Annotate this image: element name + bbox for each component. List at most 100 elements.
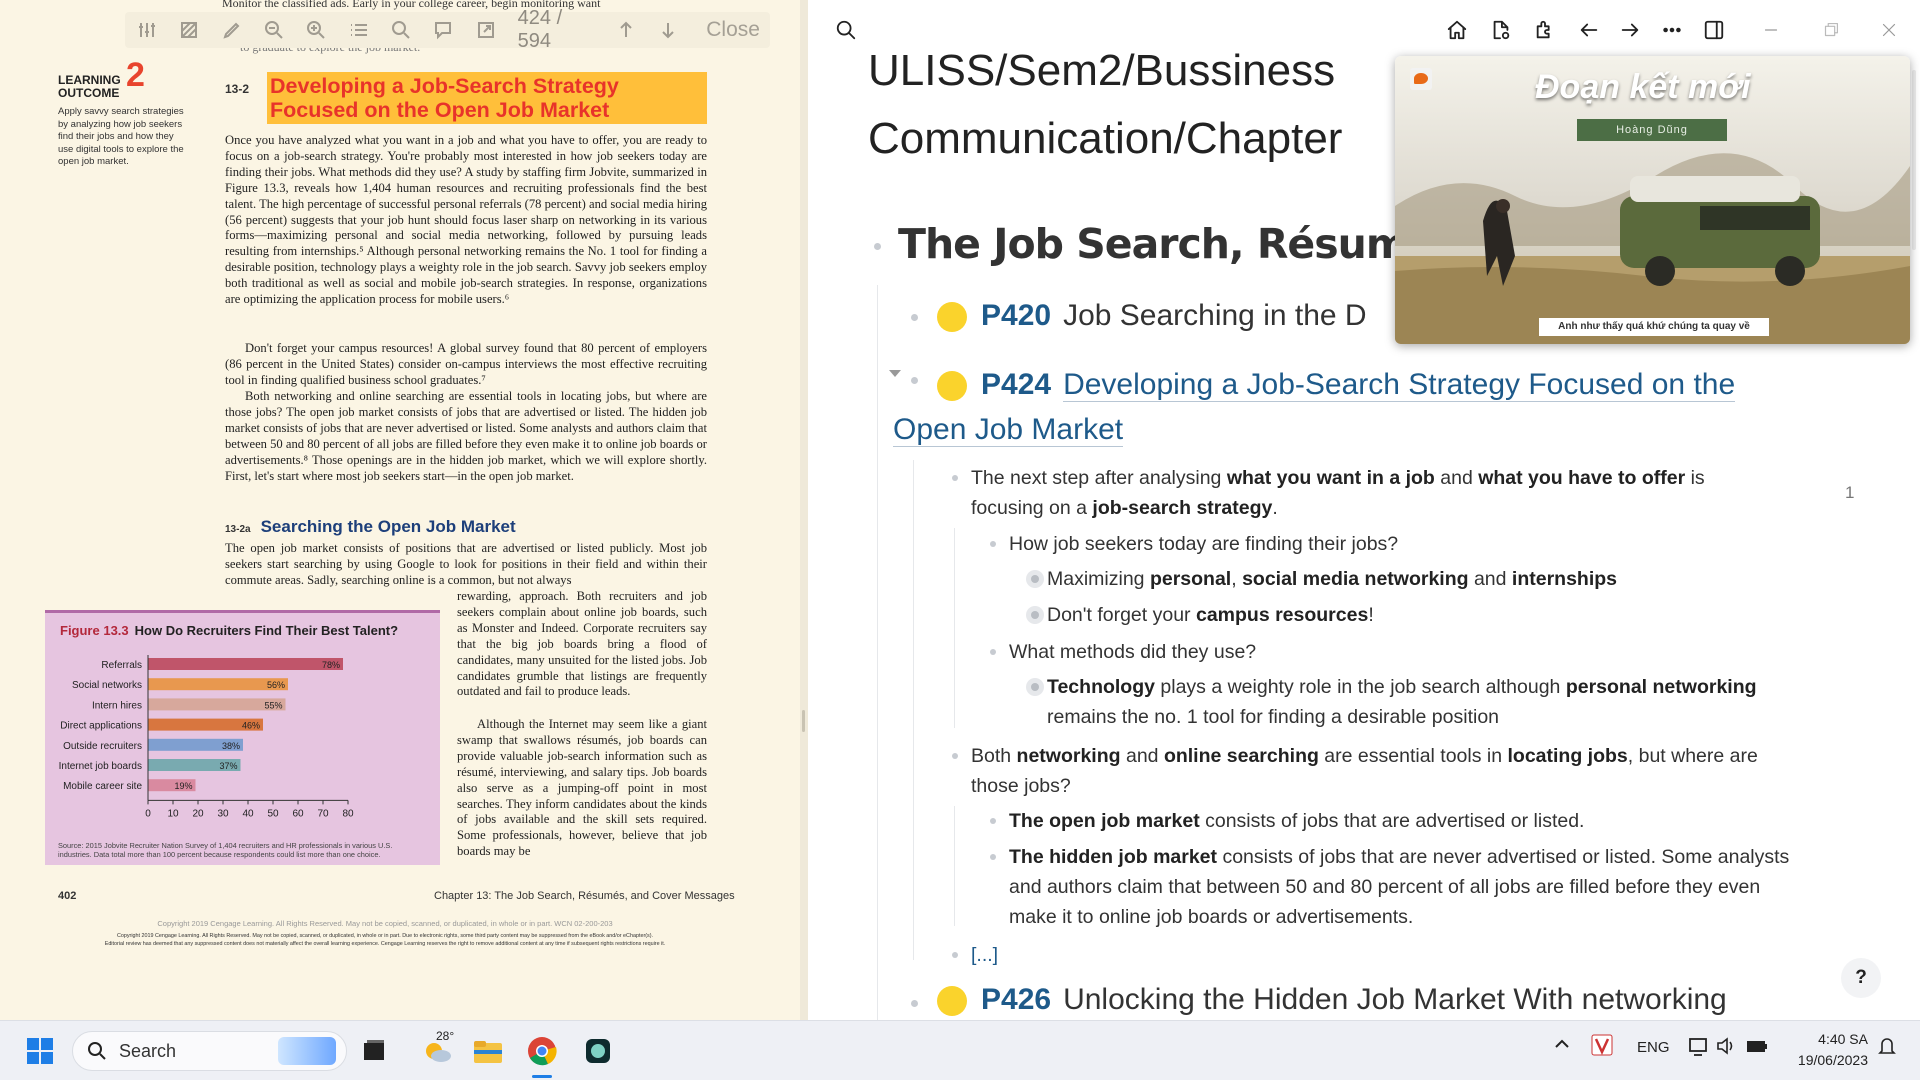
collapsed-bullet[interactable] (1026, 606, 1044, 624)
minimize-icon[interactable] (1758, 17, 1784, 43)
volume-icon[interactable] (1715, 1036, 1737, 1060)
bullet[interactable] (911, 314, 918, 321)
note-line-3[interactable]: Maximizing personal, social media networ… (1047, 564, 1617, 594)
chevron-up-icon[interactable] (1553, 1035, 1571, 1057)
data-label: 19% (174, 781, 192, 791)
note-line-9b[interactable]: and authors claim that between 50 and 80… (1009, 872, 1760, 902)
note-line-8[interactable]: The open job market consists of jobs tha… (1009, 806, 1584, 836)
yellow-circle-icon (937, 986, 967, 1017)
next-page-icon[interactable] (656, 17, 680, 43)
figure-13-3: Figure 13.3 How Do Recruiters Find Their … (45, 610, 440, 865)
zoom-in-icon[interactable] (304, 17, 328, 43)
chrome-icon[interactable] (524, 1033, 560, 1069)
weather-widget[interactable]: 28° (412, 1029, 462, 1069)
clock[interactable]: 4:40 SA 19/06/2023 (1788, 1029, 1868, 1071)
search-icon[interactable] (833, 17, 859, 43)
bullet[interactable] (952, 753, 958, 759)
prev-page-icon[interactable] (614, 17, 638, 43)
page-settings-icon[interactable] (1488, 17, 1514, 43)
note-line-9[interactable]: The hidden job market consists of jobs t… (1009, 842, 1789, 872)
chat-icon[interactable] (1410, 68, 1432, 90)
collapsed-bullet[interactable] (1026, 570, 1044, 588)
bullet[interactable] (911, 1000, 918, 1007)
copyright-3: Editorial review has deemed that any sup… (104, 941, 666, 947)
battery-icon[interactable] (1745, 1036, 1769, 1060)
yellow-circle-icon (937, 302, 967, 333)
note-line-7[interactable]: Both networking and online searching are… (971, 741, 1758, 771)
video-overlay[interactable]: Đoạn kết mới Hoàng Dũng Anh như thấy quá… (1395, 56, 1910, 344)
note-line-1b[interactable]: focusing on a job-search strategy. (971, 493, 1278, 523)
network-icon[interactable] (1688, 1036, 1710, 1060)
note-line-4[interactable]: Don't forget your campus resources! (1047, 600, 1374, 630)
file-explorer-icon[interactable] (470, 1033, 506, 1069)
scrollbar[interactable] (1912, 70, 1916, 250)
home-icon[interactable] (1444, 17, 1470, 43)
back-icon[interactable] (1576, 17, 1602, 43)
block-p426[interactable]: P426 Unlocking the Hidden Job Market With… (937, 983, 1727, 1017)
breadcrumb-line-1: ULISS/Sem2/Bussiness (868, 46, 1336, 95)
forward-icon[interactable] (1617, 17, 1643, 43)
zoom-out-icon[interactable] (262, 17, 286, 43)
pdf-toolbar: 424 / 594 Close (125, 7, 770, 52)
note-line-5[interactable]: What methods did they use? (1009, 637, 1256, 667)
bullet[interactable] (952, 475, 958, 481)
block-p420[interactable]: P420 Job Searching in the D (937, 299, 1367, 333)
windows-start-icon[interactable] (22, 1033, 58, 1069)
task-view-icon[interactable] (356, 1033, 392, 1069)
category-label: Mobile career site (63, 781, 142, 792)
search-placeholder: Search (119, 1040, 177, 1061)
search-icon[interactable] (389, 17, 413, 43)
pane-splitter[interactable] (800, 0, 808, 1020)
bullet[interactable] (874, 243, 881, 250)
data-label: 46% (242, 721, 260, 731)
fullscreen-icon[interactable] (473, 17, 497, 43)
main-title[interactable]: The Job Search, Résumés (898, 220, 1459, 268)
vivaldi-icon[interactable] (1591, 1034, 1613, 1060)
taskbar: Search 28° ENG 4:40 SA 19/06/2023 (0, 1020, 1920, 1080)
note-line-6[interactable]: Technology plays a weighty role in the j… (1047, 672, 1757, 702)
note-line-2[interactable]: How job seekers today are finding their … (1009, 529, 1398, 559)
bullet[interactable] (990, 541, 996, 547)
x-tick-label: 80 (342, 808, 354, 819)
bullet[interactable] (990, 649, 996, 655)
restore-icon[interactable] (1818, 17, 1844, 43)
notification-icon[interactable] (1876, 1035, 1898, 1061)
bullet[interactable] (952, 952, 958, 958)
sidebar-toggle-icon[interactable] (1701, 17, 1727, 43)
search-highlight-icon (278, 1037, 336, 1065)
close-button[interactable]: Close (706, 18, 760, 42)
learning-outcome-label: LEARNING OUTCOME 2 (58, 56, 145, 100)
adjust-icon[interactable] (135, 17, 159, 43)
app-icon[interactable] (580, 1033, 616, 1069)
bullet[interactable] (990, 818, 996, 824)
category-label: Internet job boards (59, 761, 142, 772)
copyright-2: Copyright 2019 Cengage Learning. All Rig… (116, 933, 654, 939)
comment-icon[interactable] (431, 17, 455, 43)
note-line-6b[interactable]: remains the no. 1 tool for finding a des… (1047, 702, 1499, 732)
plugins-icon[interactable] (1532, 17, 1558, 43)
pen-icon[interactable] (220, 17, 244, 43)
collapsed-bullet[interactable] (1026, 678, 1044, 696)
outline-icon[interactable] (346, 17, 370, 43)
ellipsis-link[interactable]: [...] (971, 940, 998, 970)
collapse-arrow-icon[interactable] (889, 370, 901, 377)
note-line-7b[interactable]: those jobs? (971, 771, 1071, 801)
note-line-1a[interactable]: The next step after analysing what you w… (971, 463, 1705, 493)
reference-count[interactable]: 1 (1845, 483, 1854, 503)
bullet[interactable] (911, 377, 918, 384)
pdf-viewer[interactable]: Monitor the classified ads. Early in you… (0, 0, 800, 1020)
page-indicator[interactable]: 424 / 594 (518, 7, 596, 53)
taskbar-search[interactable]: Search (72, 1031, 347, 1071)
thread-line (954, 806, 955, 926)
bullet[interactable] (990, 854, 996, 860)
close-window-icon[interactable] (1876, 17, 1902, 43)
language-indicator[interactable]: ENG (1637, 1039, 1670, 1056)
block-p424[interactable]: P424 Developing a Job-Search Strategy Foc… (893, 362, 1837, 452)
bar (148, 658, 343, 670)
note-line-9c[interactable]: make it to online job boards or advertis… (1009, 902, 1413, 932)
category-label: Direct applications (60, 721, 142, 732)
help-button[interactable]: ? (1841, 958, 1881, 998)
more-icon[interactable] (1659, 17, 1685, 43)
category-label: Referrals (101, 660, 142, 671)
highlight-icon[interactable] (177, 17, 201, 43)
